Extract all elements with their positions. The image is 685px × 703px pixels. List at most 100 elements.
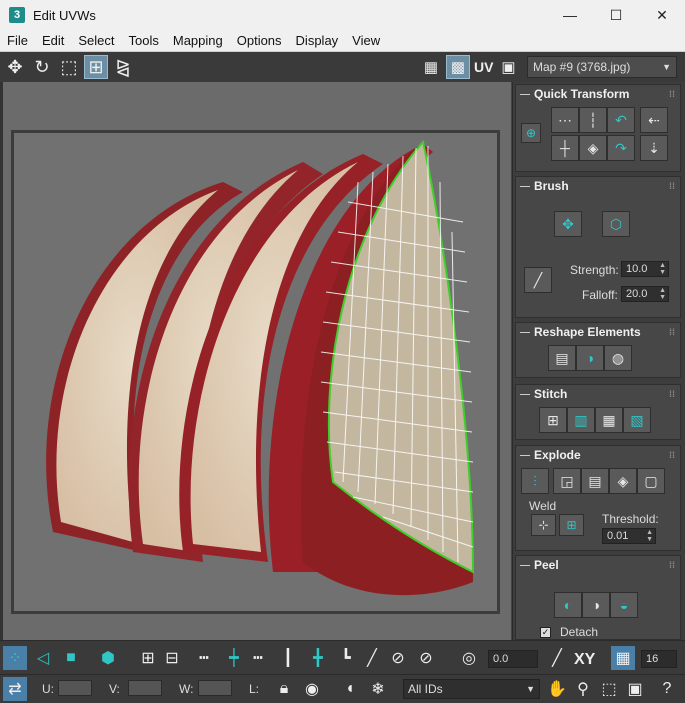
move-icon[interactable]: ✥	[3, 55, 27, 79]
quick-peel-icon[interactable]: ◐	[554, 592, 582, 618]
grid-value-spinner[interactable]: 16	[641, 650, 677, 668]
align-horizontal-center-icon[interactable]: ┼	[551, 135, 579, 161]
map-select[interactable]: Map #9 (3768.jpg) ▼	[527, 56, 677, 78]
ring-icon[interactable]: ┅	[246, 646, 270, 670]
grow-selection-icon[interactable]: ⊞	[136, 646, 160, 670]
falloff-spinner[interactable]: 20.0 ▲ ▼	[621, 286, 669, 302]
align-horizontal-icon[interactable]: ⋯	[551, 107, 579, 133]
w-field[interactable]	[198, 680, 232, 696]
peel-mode-icon[interactable]: ◑	[582, 592, 610, 618]
grip-icon[interactable]: ⁞⁞	[669, 560, 675, 570]
brush-size-icon[interactable]: ╱	[360, 646, 384, 670]
menu-select[interactable]: Select	[71, 33, 121, 48]
stitch-custom-icon[interactable]: ⊞	[539, 407, 567, 433]
collapse-icon[interactable]: —	[520, 450, 530, 461]
zoom-icon[interactable]: ⚲	[571, 677, 595, 701]
absolute-offset-icon[interactable]: ⇄	[3, 677, 27, 701]
flatten-icon[interactable]: ▤	[581, 468, 609, 494]
checker-color-icon[interactable]: ▩	[446, 55, 470, 79]
show-hidden-icon[interactable]: ◉	[300, 677, 324, 701]
menu-file[interactable]: File	[0, 33, 35, 48]
rotate-ccw-icon[interactable]: ↶	[607, 107, 635, 133]
collapse-icon[interactable]: —	[520, 389, 530, 400]
lock-icon[interactable]: 🔒︎	[272, 677, 296, 701]
maximize-button[interactable]: ☐	[593, 0, 639, 30]
rollout-title[interactable]: Reshape Elements	[534, 325, 641, 339]
stitch-to-source-icon[interactable]: ▧	[623, 407, 651, 433]
weld-selected-icon[interactable]: ⊹	[531, 514, 556, 536]
collapse-icon[interactable]: —	[520, 181, 530, 192]
reset-peel-icon[interactable]: ◒	[610, 592, 638, 618]
space-horizontal-icon[interactable]: ⇠	[640, 107, 668, 133]
ring-grow-icon[interactable]: ┃	[276, 646, 300, 670]
uv-toggle[interactable]: UV	[474, 59, 493, 75]
freeze-icon[interactable]: ❄	[366, 677, 390, 701]
relax-brush-icon[interactable]: ⬡	[602, 211, 630, 237]
spinner-arrows-icon[interactable]: ▲ ▼	[646, 529, 653, 543]
grip-icon[interactable]: ⁞⁞	[669, 181, 675, 191]
strength-spinner[interactable]: 10.0 ▲ ▼	[621, 261, 669, 277]
soft-selection-icon[interactable]: ◎	[457, 646, 481, 670]
rollout-title[interactable]: Explode	[534, 448, 581, 462]
element-mode-icon[interactable]: ⬢	[96, 646, 120, 670]
hide-icon[interactable]: ◖	[338, 677, 362, 701]
weld-target-icon[interactable]: ⊞	[559, 514, 584, 536]
grip-icon[interactable]: ⁞⁞	[669, 389, 675, 399]
polygon-mode-icon[interactable]: ■	[59, 646, 83, 670]
stitch-average-icon[interactable]: ▦	[595, 407, 623, 433]
menu-mapping[interactable]: Mapping	[166, 33, 230, 48]
mirror-icon[interactable]: ⧎	[111, 55, 135, 79]
vertex-mode-icon[interactable]: ⁘	[3, 646, 27, 670]
collapse-icon[interactable]: —	[520, 560, 530, 571]
checker-icon[interactable]: ▦	[419, 55, 443, 79]
grip-icon[interactable]: ⁞⁞	[669, 327, 675, 337]
detach-edge-icon[interactable]: ◲	[553, 468, 581, 494]
straighten-icon[interactable]: ◈	[579, 135, 607, 161]
shrink-selection-icon[interactable]: ⊟	[160, 646, 184, 670]
zoom-region-icon[interactable]: ⬚	[597, 677, 621, 701]
relax-settings-icon[interactable]: ◍	[604, 345, 632, 371]
rotate-icon[interactable]: ↻	[30, 55, 54, 79]
align-icon[interactable]: ⊕	[521, 123, 541, 143]
grip-icon[interactable]: ⁞⁞	[669, 450, 675, 460]
rollout-title[interactable]: Peel	[534, 558, 559, 572]
collapse-icon[interactable]: —	[520, 327, 530, 338]
freeform-icon[interactable]: ⊞	[84, 55, 108, 79]
rotate-cw-icon[interactable]: ↷	[607, 135, 635, 161]
threshold-spinner[interactable]: 0.01 ▲ ▼	[602, 528, 656, 544]
zoom-extents-icon[interactable]: ▣	[623, 677, 647, 701]
detach-checkbox[interactable]: ✓	[540, 627, 551, 638]
space-vertical-icon[interactable]: ⇣	[640, 135, 668, 161]
loop-icon[interactable]: ┅	[192, 646, 216, 670]
select-by-smooth-group-icon[interactable]: ⊘	[386, 646, 410, 670]
menu-options[interactable]: Options	[230, 33, 289, 48]
rollout-title[interactable]: Stitch	[534, 387, 567, 401]
minimize-button[interactable]: —	[547, 0, 593, 30]
brush-falloff-icon[interactable]: ╱	[524, 267, 552, 293]
straighten-selection-icon[interactable]: ▤	[548, 345, 576, 371]
uv-viewport[interactable]	[0, 82, 511, 640]
rollout-title[interactable]: Brush	[534, 179, 569, 193]
edge-mode-icon[interactable]: ◁	[31, 646, 55, 670]
rollout-title[interactable]: Quick Transform	[534, 87, 629, 101]
relax-icon[interactable]: ◑	[576, 345, 604, 371]
break-icon[interactable]: ⫶	[521, 468, 549, 494]
texture-settings-icon[interactable]: ▣	[496, 55, 520, 79]
collapse-icon[interactable]: —	[520, 89, 530, 100]
edge-distance-icon[interactable]: ╱	[545, 646, 569, 670]
align-vertical-icon[interactable]: ┆	[579, 107, 607, 133]
menu-display[interactable]: Display	[289, 33, 346, 48]
xy-toggle[interactable]: XY	[574, 651, 595, 669]
menu-edit[interactable]: Edit	[35, 33, 71, 48]
help-icon[interactable]: ?	[655, 677, 679, 701]
spinner-arrows-icon[interactable]: ▲ ▼	[659, 287, 666, 301]
menu-tools[interactable]: Tools	[122, 33, 166, 48]
unfold-icon[interactable]: ▢	[637, 468, 665, 494]
ring-shrink-icon[interactable]: ╋	[306, 646, 330, 670]
material-id-select[interactable]: All IDs ▼	[403, 679, 540, 699]
grid-snap-icon[interactable]: ▦	[611, 646, 635, 670]
u-field[interactable]	[58, 680, 92, 696]
soft-selection-value[interactable]: 0.0	[488, 650, 538, 668]
menu-view[interactable]: View	[345, 33, 387, 48]
select-overlap-icon[interactable]: ⊘	[414, 646, 438, 670]
